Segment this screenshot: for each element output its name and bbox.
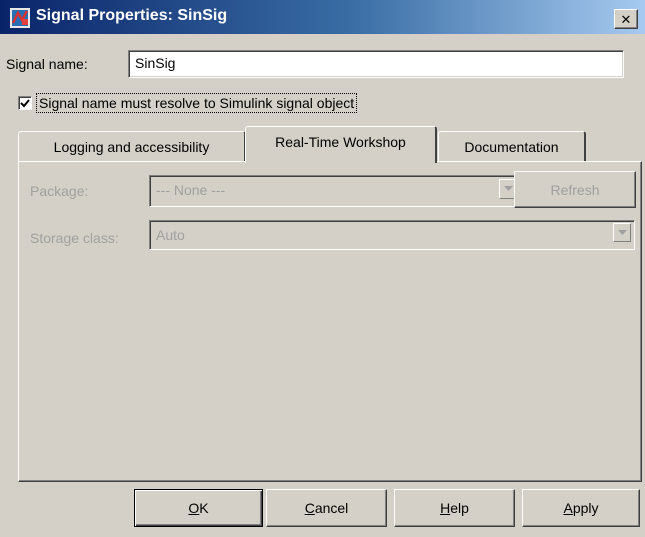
tab-label: Documentation: [464, 138, 559, 155]
package-value: --- None ---: [156, 182, 226, 198]
ok-accel: O: [188, 500, 200, 516]
package-select[interactable]: --- None ---: [149, 175, 521, 207]
close-icon: ✕: [620, 11, 632, 27]
chevron-down-icon: [617, 229, 627, 235]
tab-real-time-workshop[interactable]: Real-Time Workshop: [245, 126, 437, 163]
close-button[interactable]: ✕: [614, 9, 638, 29]
window-title: Signal Properties: SinSig: [36, 7, 228, 24]
refresh-button[interactable]: Refresh: [514, 171, 636, 208]
apply-accel: A: [563, 500, 573, 516]
signal-name-label: Signal name:: [6, 56, 88, 72]
simulink-window-icon: [10, 8, 30, 28]
cancel-accel: C: [304, 500, 315, 516]
storage-class-value: Auto: [156, 227, 185, 243]
tab-label: Real-Time Workshop: [275, 134, 406, 150]
resolve-checkbox-label: Signal name must resolve to Simulink sig…: [36, 93, 358, 113]
tab-panel-real-time-workshop: Package: --- None --- Refresh Storage cl…: [18, 161, 642, 482]
checkmark-icon: [20, 99, 30, 108]
tab-logging-and-accessibility[interactable]: Logging and accessibility: [18, 131, 246, 161]
resolve-checkbox-row[interactable]: Signal name must resolve to Simulink sig…: [18, 92, 358, 114]
apply-button[interactable]: Apply: [522, 489, 640, 527]
cancel-label: ancel: [314, 500, 349, 516]
storage-class-select[interactable]: Auto: [149, 220, 635, 250]
package-label: Package:: [30, 183, 89, 199]
storage-class-label: Storage class:: [30, 230, 119, 246]
signal-name-value: SinSig: [135, 55, 176, 71]
cancel-button[interactable]: Cancel: [266, 489, 387, 527]
help-button[interactable]: Help: [394, 489, 515, 527]
ok-button[interactable]: OK: [134, 489, 263, 527]
tab-documentation[interactable]: Documentation: [438, 131, 586, 161]
help-label: elp: [450, 500, 469, 516]
resolve-checkbox[interactable]: [18, 96, 32, 110]
signal-name-input[interactable]: SinSig: [128, 50, 624, 78]
signal-properties-dialog: Signal Properties: SinSig ✕ Signal name:…: [0, 0, 645, 537]
apply-label: pply: [572, 500, 599, 516]
help-accel: H: [440, 500, 451, 516]
storage-class-dropdown-button[interactable]: [613, 223, 631, 242]
ok-label: K: [199, 500, 209, 516]
title-bar[interactable]: Signal Properties: SinSig ✕: [0, 0, 645, 34]
chevron-down-icon: [503, 186, 513, 191]
tab-label: Logging and accessibility: [53, 138, 210, 155]
refresh-label: Refresh: [550, 181, 600, 198]
